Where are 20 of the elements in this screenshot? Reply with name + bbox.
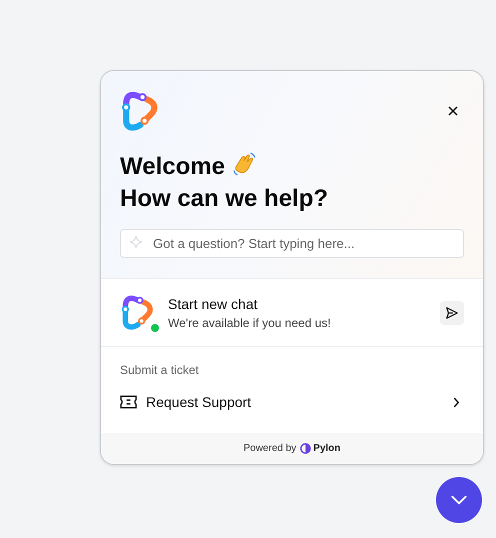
chevron-down-icon — [450, 495, 468, 505]
search-field[interactable]: Got a question? Start typing here... — [120, 229, 464, 258]
help-title: How can we help? — [120, 184, 330, 214]
collapse-widget-button[interactable] — [436, 477, 482, 523]
chevron-right-icon — [453, 396, 460, 408]
ticket-icon — [120, 395, 137, 409]
section-heading: Submit a ticket — [120, 363, 200, 377]
sparkle-icon — [129, 235, 145, 251]
logo-icon — [120, 294, 156, 330]
pylon-link[interactable]: Pylon — [313, 443, 341, 454]
chat-subtitle: We're available if you need us! — [168, 315, 332, 331]
close-icon[interactable] — [448, 106, 458, 116]
send-icon — [445, 306, 459, 320]
powered-by-text: Powered by — [243, 443, 296, 454]
waving-hand-icon — [230, 151, 257, 177]
send-button[interactable] — [440, 301, 464, 325]
pylon-logo-icon — [300, 443, 312, 454]
chat-title[interactable]: Start new chat — [168, 295, 430, 313]
request-support-item[interactable]: Request Support — [120, 391, 464, 413]
welcome-title: Welcome — [120, 152, 225, 182]
